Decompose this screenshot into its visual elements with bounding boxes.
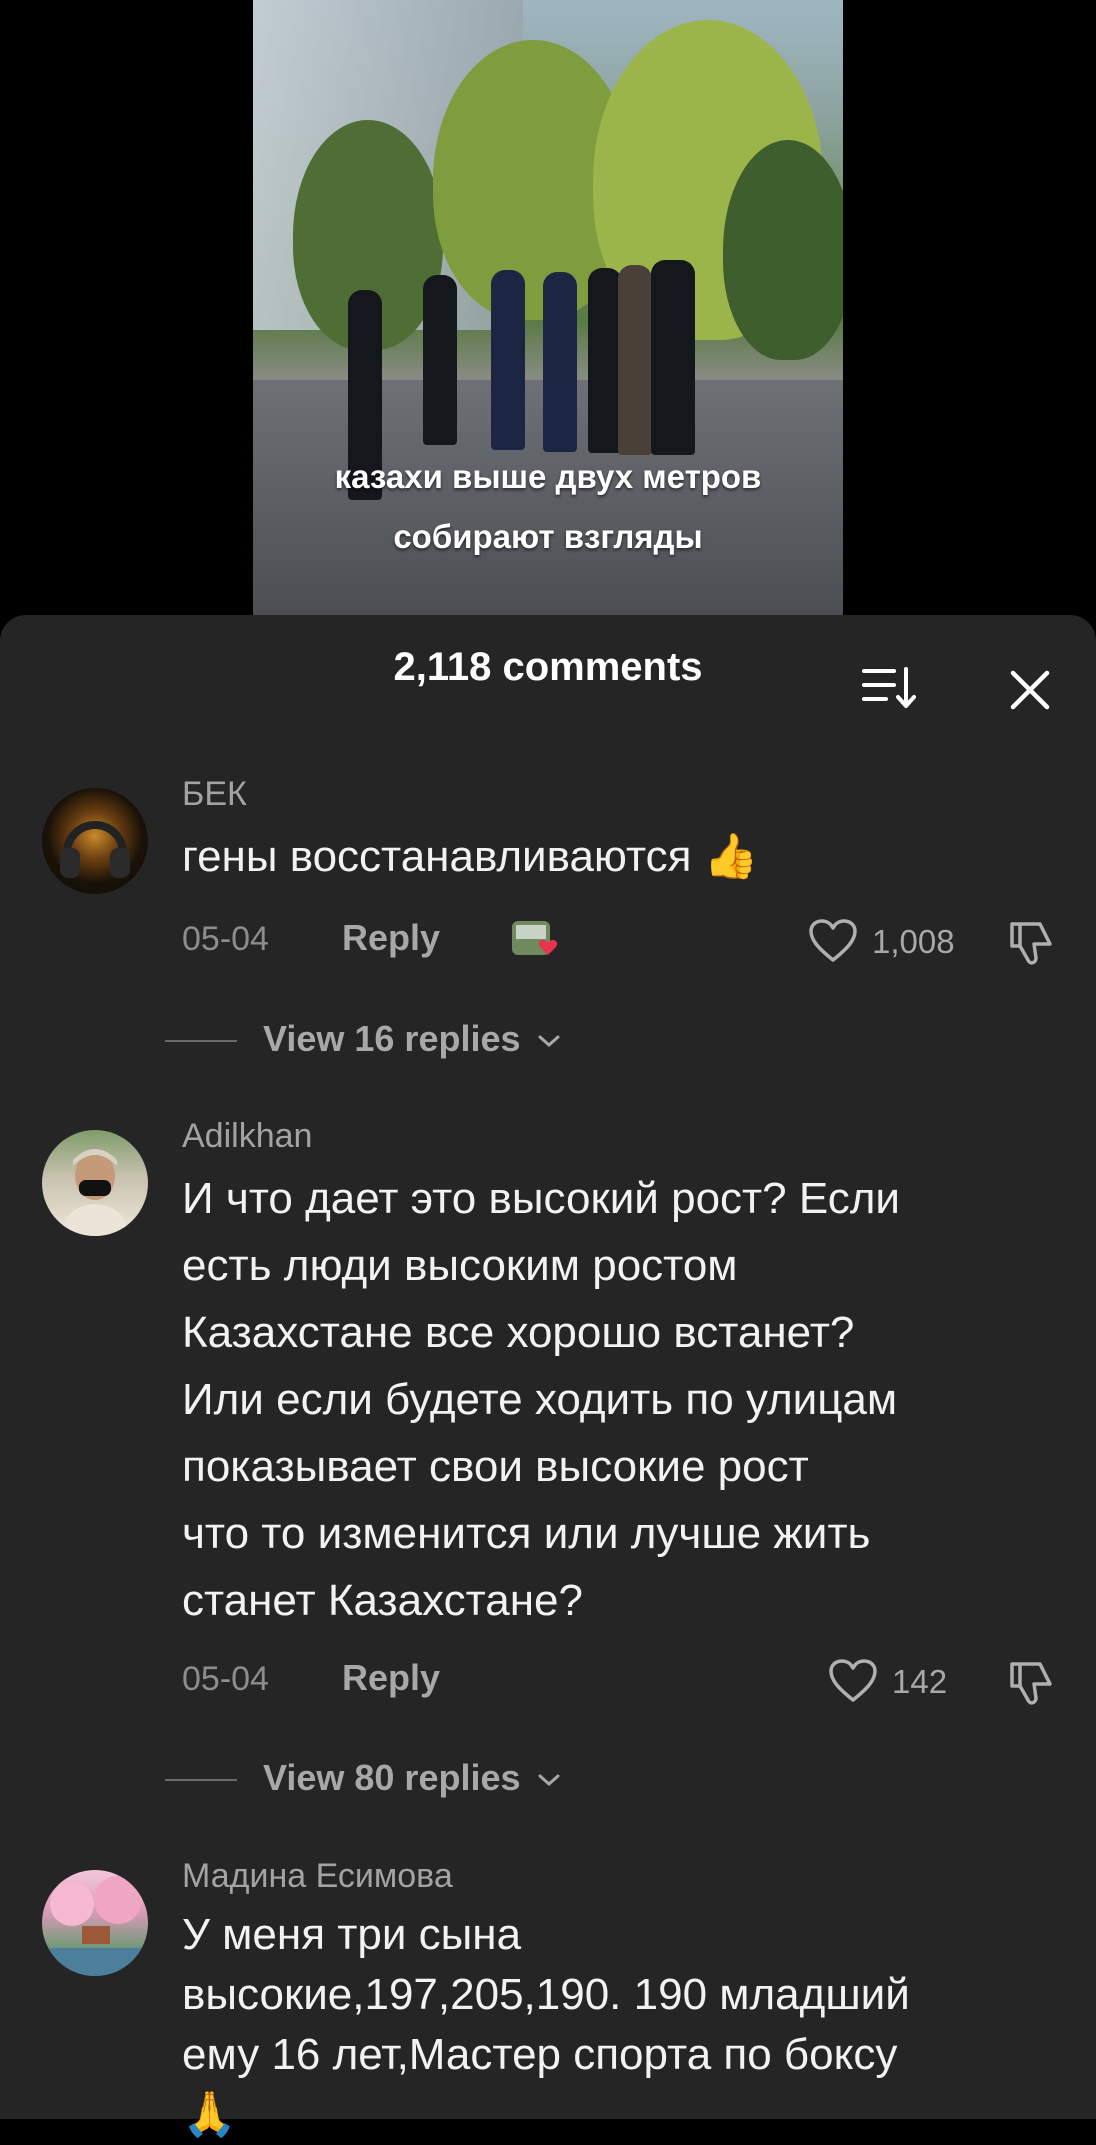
view-replies-button[interactable]: View 16 replies (165, 1018, 561, 1060)
comment-text: И что дает это высокий рост? Если есть л… (182, 1174, 900, 1625)
dislike-icon[interactable] (1006, 918, 1056, 968)
sort-icon[interactable] (860, 665, 920, 711)
comments-count-title: 2,118 comments (393, 645, 703, 689)
video-person (543, 272, 577, 452)
comment-text: У меня три сына высокие,197,205,190. 190… (182, 1910, 910, 2139)
landscape-avatar-icon (42, 1876, 148, 1976)
like-count: 142 (892, 1663, 948, 1700)
video-caption-line1: казахи выше двух метров (334, 458, 762, 495)
view-replies-label: View 80 replies (263, 1757, 521, 1798)
comment-text: гены восстанавливаются 👍 (182, 832, 759, 881)
video-person (618, 265, 652, 455)
avatar[interactable] (42, 788, 148, 894)
heart-icon[interactable] (808, 918, 858, 964)
comment-username[interactable]: Adilkhan (182, 1117, 312, 1156)
video-person (491, 270, 525, 450)
person-avatar-icon (60, 1149, 130, 1236)
chevron-down-icon (538, 1035, 560, 1048)
replies-divider (165, 1779, 237, 1782)
comment-date: 05-04 (182, 920, 269, 958)
dislike-icon[interactable] (1006, 1658, 1056, 1708)
video-person (651, 260, 695, 455)
comments-sheet: 2,118 comments БЕК гены восстанавливаютс… (0, 615, 1096, 2139)
view-replies-label: View 16 replies (263, 1018, 521, 1059)
like-count: 1,008 (872, 923, 955, 960)
chevron-down-icon (538, 1774, 560, 1787)
headphones-icon (60, 821, 130, 878)
video-person (588, 268, 622, 453)
reply-button[interactable]: Reply (342, 1657, 440, 1699)
video-person (423, 275, 457, 445)
comment-date: 05-04 (182, 1660, 269, 1698)
comment-username[interactable]: Мадина Есимова (182, 1857, 453, 1896)
replies-divider (165, 1040, 237, 1043)
heart-icon[interactable] (828, 1658, 878, 1704)
view-replies-button[interactable]: View 80 replies (165, 1757, 561, 1799)
video-player[interactable]: казахи выше двух метров собирают взгляды (253, 0, 843, 615)
reply-sticker-icon (508, 913, 562, 963)
avatar[interactable] (42, 1130, 148, 1236)
comment-username[interactable]: БЕК (182, 775, 247, 814)
avatar[interactable] (42, 1870, 148, 1976)
video-caption-line2: собирают взгляды (393, 518, 703, 555)
video-tree (723, 140, 843, 360)
close-icon[interactable] (1005, 665, 1055, 715)
reply-button[interactable]: Reply (342, 917, 440, 959)
